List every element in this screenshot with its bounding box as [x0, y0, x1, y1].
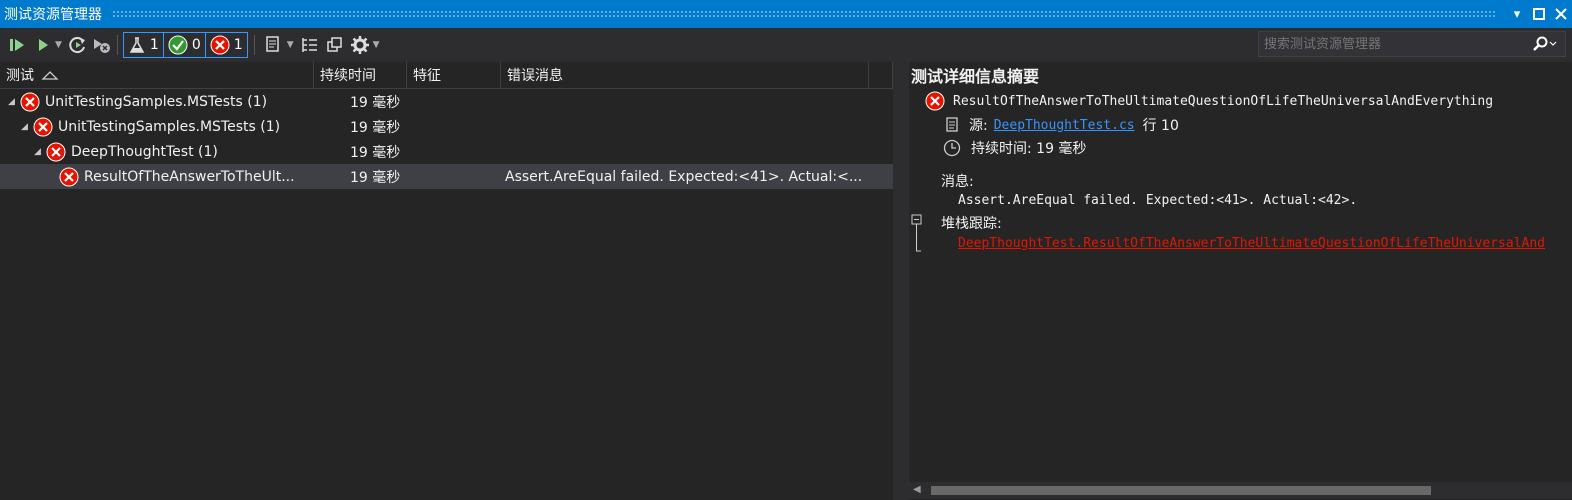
tree-row-selected[interactable]: ResultOfTheAnswerToTheUlt... 19 毫秒 Asser… — [0, 164, 893, 189]
settings-button[interactable] — [350, 32, 370, 58]
tree-row-name: DeepThoughtTest (1) — [71, 143, 218, 160]
group-icon — [301, 38, 317, 52]
column-extra — [869, 62, 893, 88]
tree-row-name: UnitTestingSamples.MSTests (1) — [58, 118, 281, 135]
failed-icon — [59, 167, 79, 186]
tree-row-duration: 19 毫秒 — [350, 119, 401, 136]
refresh-button[interactable] — [68, 32, 88, 58]
source-label: 源: — [969, 118, 988, 134]
group-by-button[interactable] — [300, 32, 320, 58]
column-duration[interactable]: 持续时间 — [314, 62, 407, 88]
horizontal-scrollbar[interactable]: ◀ — [909, 482, 1572, 499]
sort-ascending-icon — [41, 71, 59, 80]
duration-label: 持续时间: 19 毫秒 — [971, 141, 1087, 157]
run-dropdown[interactable]: ▼ — [55, 32, 62, 58]
column-traits[interactable]: 特征 — [407, 62, 501, 88]
tree-row-name: ResultOfTheAnswerToTheUlt... — [84, 168, 295, 185]
message-label: 消息: — [941, 174, 974, 190]
filter-passed-button[interactable]: 0 — [162, 32, 206, 58]
toolbar: ▼ 1 0 1 ▼ ▼ — [0, 28, 1572, 62]
cancel-button[interactable] — [91, 32, 111, 58]
detail-pane: 测试详细信息摘要 ResultOfTheAnswerToTheUltimateQ… — [909, 62, 1572, 500]
column-error-message[interactable]: 错误消息 — [501, 62, 869, 88]
stack-collapse-toggle[interactable] — [911, 213, 923, 255]
expand-triangle-icon[interactable]: ◢ — [8, 97, 20, 107]
refresh-icon — [69, 37, 85, 54]
run-all-button[interactable] — [8, 32, 28, 58]
detail-test-name: ResultOfTheAnswerToTheUltimateQuestionOf… — [953, 93, 1494, 109]
dropdown-arrow-icon[interactable]: ▾ — [1506, 3, 1528, 25]
maximize-icon[interactable] — [1528, 3, 1550, 25]
message-text: Assert.AreEqual failed. Expected:<41>. A… — [958, 193, 1358, 208]
play-icon — [39, 39, 48, 51]
title-bar: 测试资源管理器 ▾ — [0, 0, 1572, 28]
cancel-icon — [93, 39, 110, 53]
window-title: 测试资源管理器 — [4, 7, 102, 23]
filter-failed-count: 1 — [233, 37, 243, 53]
expand-triangle-icon[interactable]: ◢ — [34, 147, 46, 157]
search-icon[interactable] — [1525, 36, 1565, 52]
tree-row-duration: 19 毫秒 — [350, 94, 401, 111]
filter-all-button[interactable]: 1 — [122, 32, 164, 58]
column-test-label: 测试 — [6, 68, 34, 84]
passed-icon — [168, 35, 188, 55]
copy-button[interactable] — [326, 32, 344, 58]
expand-triangle-icon[interactable]: ◢ — [21, 122, 33, 132]
flask-icon — [129, 37, 145, 53]
filter-all-count: 1 — [149, 37, 159, 53]
pane-splitter[interactable] — [893, 62, 909, 500]
tree-row[interactable]: ◢ DeepThoughtTest (1) 19 毫秒 — [0, 139, 893, 164]
stack-trace-link[interactable]: DeepThoughtTest.ResultOfTheAnswerToTheUl… — [958, 236, 1545, 251]
collapse-icon — [911, 214, 922, 252]
stack-label: 堆栈跟踪: — [941, 216, 1002, 232]
playlist-icon — [265, 36, 279, 52]
tree-row-name: UnitTestingSamples.MSTests (1) — [45, 93, 268, 110]
filter-passed-count: 0 — [191, 37, 201, 53]
failed-icon — [33, 117, 53, 136]
detail-source-row: 源: DeepThoughtTest.cs 行 10 — [945, 115, 1179, 135]
scrollbar-thumb[interactable] — [931, 486, 1431, 495]
detail-test-name-row: ResultOfTheAnswerToTheUltimateQuestionOf… — [925, 91, 1493, 111]
gear-icon — [350, 36, 369, 54]
failed-icon — [20, 92, 40, 111]
playlist-dropdown[interactable]: ▼ — [287, 32, 294, 58]
tree-row-duration: 19 毫秒 — [350, 144, 401, 161]
detail-title: 测试详细信息摘要 — [911, 67, 1040, 86]
tree-row-error: Assert.AreEqual failed. Expected:<41>. A… — [505, 168, 863, 185]
test-list-pane: 测试 持续时间 特征 错误消息 ◢ UnitTestingSamples.MST… — [0, 62, 893, 500]
playlist-button[interactable] — [264, 32, 284, 58]
search-input[interactable] — [1259, 35, 1525, 53]
source-file-link[interactable]: DeepThoughtTest.cs — [994, 118, 1135, 133]
drag-grip[interactable] — [112, 10, 1496, 18]
clock-icon — [943, 139, 961, 157]
column-header: 测试 持续时间 特征 错误消息 — [0, 62, 893, 89]
detail-duration-row: 持续时间: 19 毫秒 — [943, 138, 1086, 158]
copy-icon — [326, 37, 342, 52]
tree-row[interactable]: ◢ UnitTestingSamples.MSTests (1) 19 毫秒 — [0, 114, 893, 139]
tree-row[interactable]: ◢ UnitTestingSamples.MSTests (1) 19 毫秒 — [0, 89, 893, 114]
failed-icon — [925, 91, 945, 111]
search-box — [1258, 31, 1566, 57]
close-icon[interactable] — [1550, 3, 1572, 25]
source-line: 行 10 — [1142, 118, 1179, 134]
filter-failed-button[interactable]: 1 — [204, 32, 248, 58]
run-button[interactable] — [34, 32, 52, 58]
run-all-icon — [10, 39, 24, 51]
failed-icon — [46, 142, 66, 161]
column-test[interactable]: 测试 — [0, 62, 314, 88]
failed-icon — [210, 35, 230, 55]
settings-dropdown[interactable]: ▼ — [373, 32, 380, 58]
tree-row-duration: 19 毫秒 — [350, 169, 401, 186]
source-file-icon — [946, 117, 958, 132]
toolbar-separator — [116, 35, 118, 55]
toolbar-separator — [253, 35, 255, 55]
scroll-left-icon[interactable]: ◀ — [913, 484, 921, 495]
